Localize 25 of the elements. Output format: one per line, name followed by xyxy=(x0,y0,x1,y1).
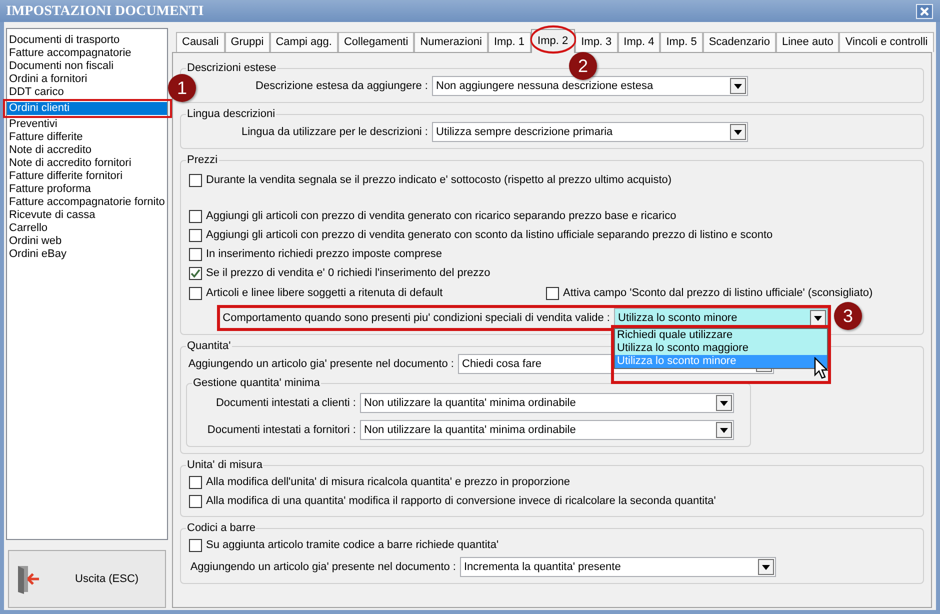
checkbox-label: Alla modifica dell'unita' di misura ricalcola quantita' e prezzo in proporzione xyxy=(206,474,570,490)
field-label: Aggiungendo un articolo gia' presente nel documento : xyxy=(188,356,455,372)
checkbox-label: Se il prezzo di vendita e' 0 richiedi l'inserimento del prezzo xyxy=(206,266,490,281)
checkbox-label: Attiva campo 'Sconto dal prezzo di listino ufficiale' (sconsigliato) xyxy=(563,286,873,301)
field-label: Lingua da utilizzare per le descrizioni : xyxy=(242,124,429,140)
checkbox-label: Durante la vendita segnala se il prezzo indicato e' sottocosto (rispetto al prezzo ultimo acquisto) xyxy=(206,172,672,188)
group-title: Lingua descrizioni xyxy=(186,108,276,121)
checkbox-label: Su aggiunta articolo tramite codice a barre richiede quantita' xyxy=(206,538,499,553)
group-title: Unita' di misura xyxy=(186,459,264,472)
group-title: Gestione quantita' minima xyxy=(192,377,321,390)
field-label: Descrizione estesa da aggiungere : xyxy=(256,78,429,94)
checkbox-label: In inserimento richiedi prezzo imposte comprese xyxy=(206,246,442,262)
field-label: Aggiungendo un articolo gia' presente nel documento : xyxy=(190,560,457,575)
group-title: Quantita' xyxy=(186,340,232,353)
window-title: IMPOSTAZIONI DOCUMENTI xyxy=(6,2,204,20)
field-label: Documenti intestati a clienti : xyxy=(216,396,357,411)
checkbox-label: Alla modifica di una quantita' modifica il rapporto di conversione invece di ricalcolare la seconda quantita' xyxy=(206,494,716,509)
group-title: Descrizioni estese xyxy=(186,62,278,75)
group-title: Codici a barre xyxy=(186,522,256,535)
group-title: Prezzi xyxy=(186,154,219,167)
field-label: Comportamento quando sono presenti piu' condizioni speciali di vendita valide : xyxy=(222,310,611,326)
checkbox-label: Aggiungi gli articoli con prezzo di vendita generato con ricarico separando prezzo base e ricarico xyxy=(206,208,676,224)
checkbox-label: Aggiungi gli articoli con prezzo di vendita generato con sconto da listino ufficiale separando prezzo di listino e sconto xyxy=(206,228,773,243)
field-label: Documenti intestati a fornitori : xyxy=(207,422,357,438)
checkbox-label: Articoli e linee libere soggetti a ritenuta di default xyxy=(206,286,443,301)
